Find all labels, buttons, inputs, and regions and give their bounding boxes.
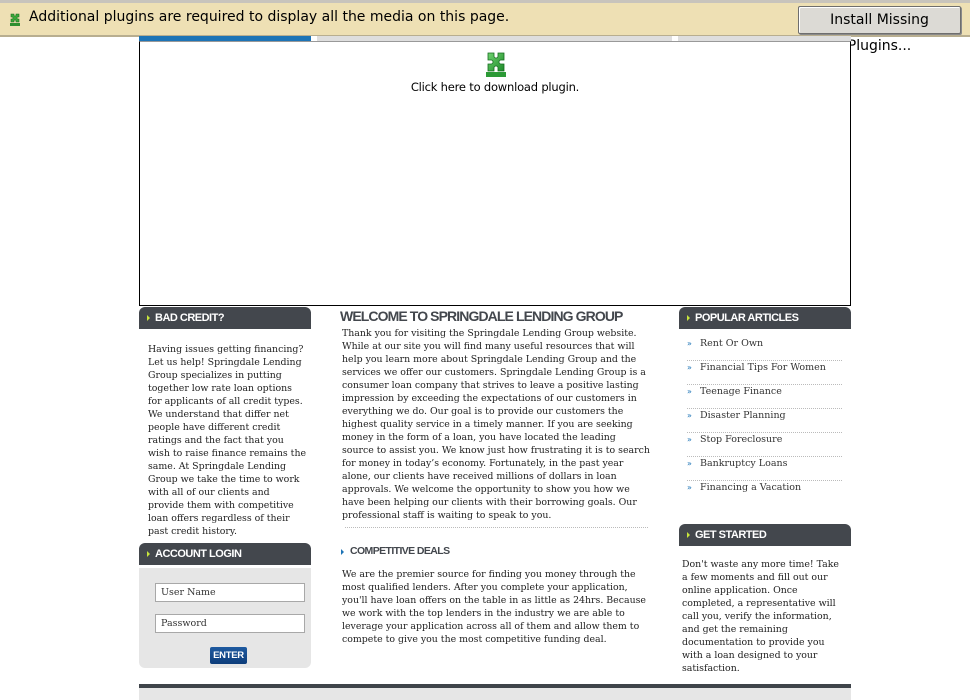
arrow-right-icon bbox=[341, 549, 344, 555]
install-missing-plugins-button[interactable]: Install Missing Plugins... bbox=[798, 6, 961, 54]
get-started-text: Don't waste any more time! Take a few mo… bbox=[682, 559, 839, 674]
arrow-right-icon bbox=[687, 532, 690, 538]
plugin-message: Additional plugins are required to displ… bbox=[29, 9, 510, 25]
bad-credit-title: Bad Credit? bbox=[155, 312, 225, 324]
article-link[interactable]: » Stop Foreclosure bbox=[687, 433, 842, 457]
bad-credit-text: Having issues getting financing? Let us … bbox=[148, 344, 307, 537]
footer bbox=[139, 688, 851, 700]
double-chevron-icon: » bbox=[687, 435, 692, 444]
popular-articles-list: » Rent Or Own » Financial Tips For Women »… bbox=[687, 337, 842, 505]
double-chevron-icon: » bbox=[687, 363, 692, 372]
get-started-header: Get Started bbox=[679, 524, 851, 546]
double-chevron-icon: » bbox=[687, 483, 692, 492]
competitive-deals-heading: Competitive Deals bbox=[341, 545, 450, 557]
puzzle-piece-icon bbox=[486, 52, 506, 77]
article-link[interactable]: » Bankruptcy Loans bbox=[687, 457, 842, 481]
section-divider bbox=[345, 527, 648, 528]
article-link[interactable]: » Rent Or Own bbox=[687, 337, 842, 361]
article-link[interactable]: » Teenage Finance bbox=[687, 385, 842, 409]
article-label[interactable]: Stop Foreclosure bbox=[700, 434, 782, 445]
arrow-right-icon bbox=[687, 315, 690, 321]
download-plugin-link[interactable]: Click here to download plugin. bbox=[140, 80, 850, 94]
popular-articles-header: Popular Articles bbox=[679, 307, 851, 329]
enter-button[interactable]: ENTER bbox=[210, 647, 247, 664]
article-label[interactable]: Bankruptcy Loans bbox=[700, 458, 787, 469]
double-chevron-icon: » bbox=[687, 411, 692, 420]
missing-plugin-placeholder[interactable]: Click here to download plugin. bbox=[139, 41, 851, 306]
puzzle-piece-icon bbox=[10, 13, 20, 26]
plugin-notification-bar: Additional plugins are required to displ… bbox=[0, 0, 970, 54]
welcome-heading: Welcome to Springdale Lending Group bbox=[340, 308, 623, 324]
article-label[interactable]: Rent Or Own bbox=[700, 338, 763, 349]
article-label[interactable]: Financial Tips For Women bbox=[700, 362, 826, 373]
article-label[interactable]: Teenage Finance bbox=[700, 386, 782, 397]
password-input[interactable] bbox=[155, 614, 305, 633]
double-chevron-icon: » bbox=[687, 339, 692, 348]
competitive-deals-title: Competitive Deals bbox=[350, 545, 450, 557]
article-link[interactable]: » Financial Tips For Women bbox=[687, 361, 842, 385]
article-label[interactable]: Disaster Planning bbox=[700, 410, 786, 421]
account-login-header: Account Login bbox=[139, 543, 311, 565]
arrow-right-icon bbox=[147, 315, 150, 321]
welcome-text: Thank you for visiting the Springdale Le… bbox=[342, 328, 650, 521]
username-input[interactable] bbox=[155, 583, 305, 602]
bad-credit-header: Bad Credit? bbox=[139, 307, 311, 329]
get-started-title: Get Started bbox=[695, 529, 767, 541]
article-link[interactable]: » Financing a Vacation bbox=[687, 481, 842, 505]
article-link[interactable]: » Disaster Planning bbox=[687, 409, 842, 433]
popular-articles-title: Popular Articles bbox=[695, 312, 799, 324]
login-form: ENTER bbox=[139, 568, 311, 668]
competitive-deals-text: We are the premier source for finding yo… bbox=[342, 569, 646, 645]
double-chevron-icon: » bbox=[687, 387, 692, 396]
arrow-right-icon bbox=[147, 551, 150, 557]
account-login-title: Account Login bbox=[155, 548, 242, 560]
article-label[interactable]: Financing a Vacation bbox=[700, 482, 801, 493]
double-chevron-icon: » bbox=[687, 459, 692, 468]
